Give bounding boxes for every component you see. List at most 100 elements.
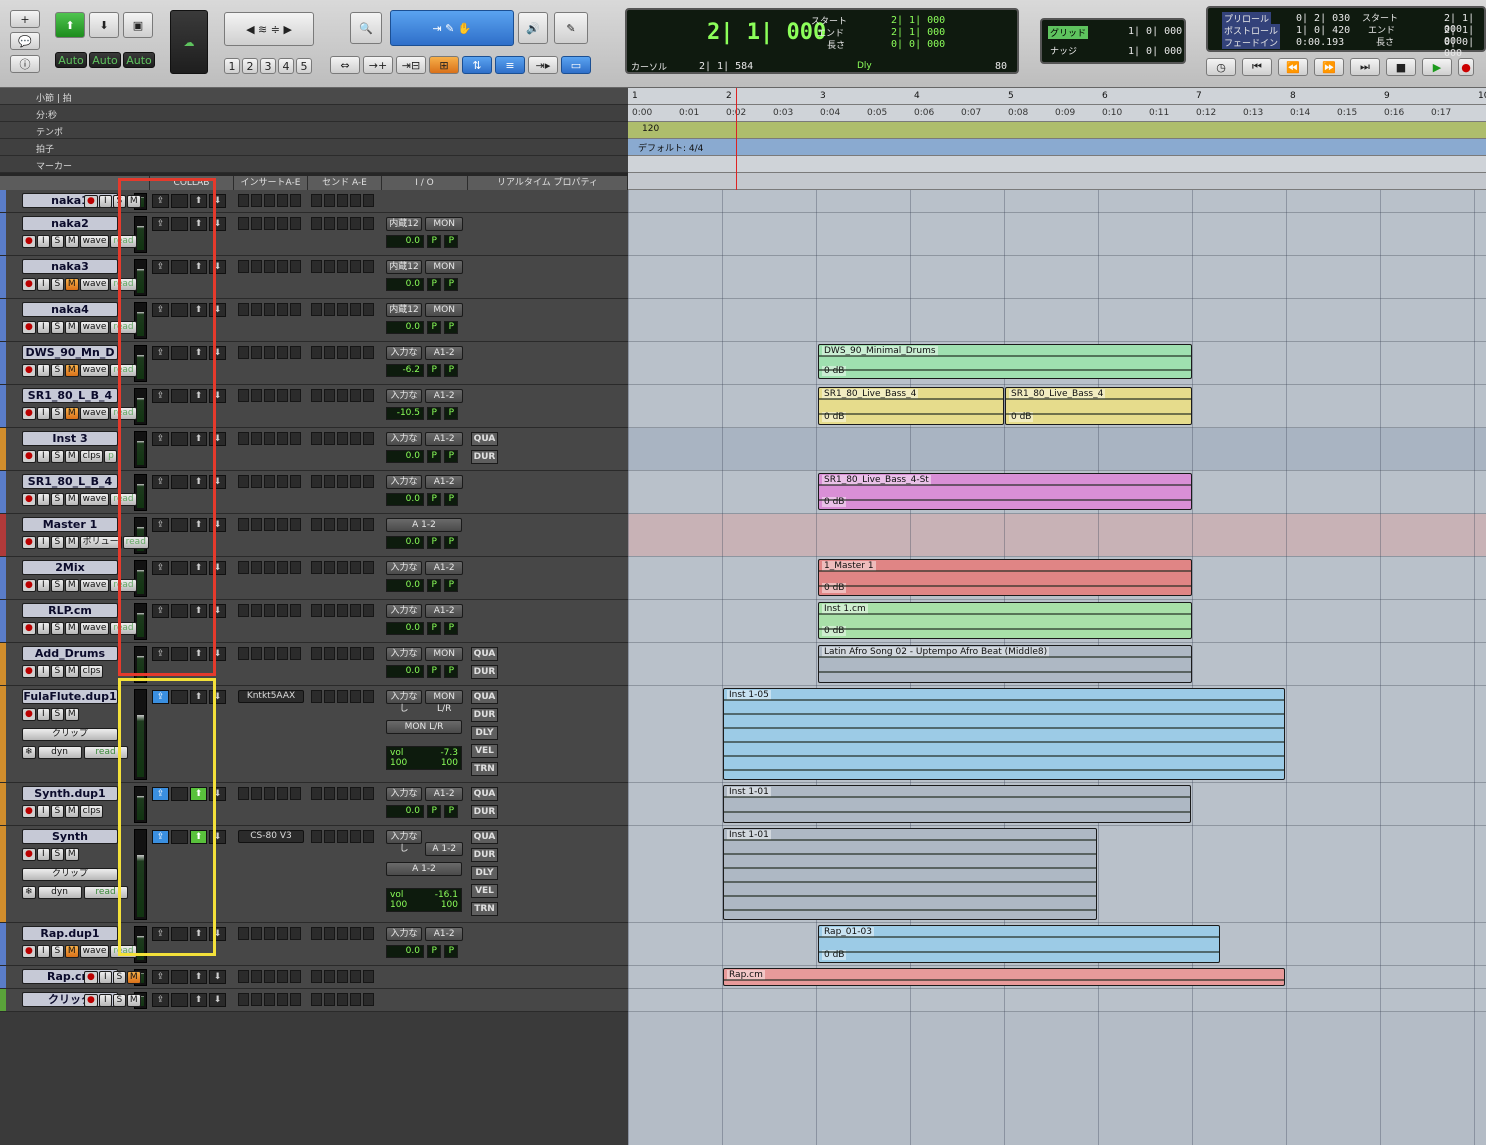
track-name[interactable]: 2Mix xyxy=(22,560,118,575)
insert-slot[interactable] xyxy=(277,970,288,983)
send-slot[interactable] xyxy=(324,194,335,207)
input-monitor-button[interactable]: I xyxy=(36,945,50,958)
slip-button[interactable]: →+ xyxy=(363,56,393,74)
insert-slot[interactable] xyxy=(290,194,301,207)
track-row[interactable]: naka2 ● I S Mwave read ⇪ ⬆ ⬇ 内蔵12 MON 0.0 P … xyxy=(0,213,628,256)
trim-tool-icon[interactable]: ⇥ ✎ ✋ xyxy=(390,10,514,46)
send-slot[interactable] xyxy=(363,561,374,574)
track-row[interactable]: クリック ● I S M ⇪ ⬆ ⬇ xyxy=(0,989,628,1012)
solo-button[interactable]: S xyxy=(50,708,64,721)
spot-button[interactable]: ⇥⊟ xyxy=(396,56,426,74)
insert-slot[interactable] xyxy=(277,787,288,800)
insert-plugin[interactable]: Kntkt5AAX xyxy=(238,690,304,703)
insert-slot[interactable] xyxy=(264,993,275,1006)
pan-button[interactable]: P xyxy=(427,945,442,958)
mute-button[interactable]: M xyxy=(64,665,79,678)
insert-slot[interactable] xyxy=(277,194,288,207)
send-slot[interactable] xyxy=(324,604,335,617)
record-enable-button[interactable]: ● xyxy=(22,321,36,334)
record-enable-button[interactable]: ● xyxy=(22,450,36,463)
insert-slot[interactable] xyxy=(290,432,301,445)
audio-clip[interactable]: Rap_01-03 0 dB xyxy=(818,925,1220,963)
mute-button[interactable]: M xyxy=(64,848,79,861)
track-row[interactable]: Rap.dup1 ● I S Mwave read ⇪ ⬆ ⬇ 入力な A1-2 0.0… xyxy=(0,923,628,966)
send-slot[interactable] xyxy=(363,647,374,660)
send-slot[interactable] xyxy=(337,303,348,316)
record-enable-button[interactable]: ● xyxy=(22,235,36,248)
send-slot[interactable] xyxy=(363,346,374,359)
insert-slot[interactable] xyxy=(251,647,262,660)
info-button[interactable]: ⓘ xyxy=(10,55,40,73)
audio-clip[interactable]: 1_Master 10 dB xyxy=(818,559,1192,596)
track-lane[interactable] xyxy=(628,428,1486,471)
play-button[interactable]: ▶ xyxy=(1422,58,1452,76)
send-slot[interactable] xyxy=(350,518,361,531)
send-slot[interactable] xyxy=(324,647,335,660)
input-monitor-button[interactable]: I xyxy=(98,195,112,208)
audio-clip[interactable]: SR1_80_Live_Bass_4 0 dB xyxy=(818,387,1004,425)
send-slot[interactable] xyxy=(337,993,348,1006)
track-name[interactable]: naka3 xyxy=(22,259,118,274)
solo-button[interactable]: S xyxy=(112,971,126,984)
output-selector[interactable]: A1-2 xyxy=(425,787,464,801)
track-lane[interactable] xyxy=(628,213,1486,256)
insert-slot[interactable] xyxy=(290,518,301,531)
pan-button[interactable]: P xyxy=(427,321,442,334)
send-slot[interactable] xyxy=(324,787,335,800)
send-slot[interactable] xyxy=(337,194,348,207)
go-to-end-button[interactable]: ⏭ xyxy=(1350,58,1380,76)
input-monitor-button[interactable]: I xyxy=(36,536,50,549)
send-slot[interactable] xyxy=(350,303,361,316)
record-enable-button[interactable]: ● xyxy=(22,805,36,818)
new-track-button[interactable]: + xyxy=(10,10,40,28)
ruler-bars-name[interactable]: 小節 | 拍 xyxy=(0,88,628,105)
input-selector[interactable]: 入力な xyxy=(386,389,422,403)
pan-button[interactable]: P xyxy=(427,364,442,377)
track-lane[interactable] xyxy=(628,989,1486,1012)
send-slot[interactable] xyxy=(311,389,322,402)
pan-button-2[interactable]: P xyxy=(444,278,459,291)
solo-button[interactable]: S xyxy=(50,805,64,818)
track-row[interactable]: Master 1 ● I S M ボリュー read ⇪ ⬆ ⬇ A 1-2 0.0 P… xyxy=(0,514,628,557)
input-selector[interactable]: 入力な xyxy=(386,346,422,360)
pan-button-2[interactable]: P xyxy=(444,945,459,958)
realtime-dur-button[interactable]: DUR xyxy=(471,848,498,862)
solo-button[interactable]: S xyxy=(50,665,64,678)
solo-button[interactable]: S xyxy=(50,579,64,592)
bars-ruler[interactable] xyxy=(628,88,1486,105)
send-slot[interactable] xyxy=(363,927,374,940)
pencil-tool-icon[interactable]: ✎ xyxy=(554,12,588,44)
output-selector[interactable]: A1-2 xyxy=(425,561,464,575)
volume-value[interactable]: 0.0 xyxy=(386,536,424,549)
automation-mode-selector[interactable]: p xyxy=(104,450,118,463)
insert-slot[interactable] xyxy=(238,993,249,1006)
solo-button[interactable]: S xyxy=(112,994,126,1007)
insert-slot[interactable] xyxy=(251,518,262,531)
input-selector[interactable]: 入力な xyxy=(386,561,422,575)
record-enable-button[interactable]: ● xyxy=(22,665,36,678)
insert-slot[interactable] xyxy=(264,927,275,940)
insert-slot[interactable] xyxy=(264,970,275,983)
record-enable-button[interactable]: ● xyxy=(84,994,98,1007)
input-selector[interactable]: 内蔵12 xyxy=(386,217,422,231)
pan-button[interactable]: P xyxy=(427,493,442,506)
share-track-icon[interactable]: ⇪ xyxy=(152,970,169,984)
track-name[interactable]: SR1_80_L_B_4 xyxy=(22,474,118,489)
input-selector[interactable]: 入力なし xyxy=(386,830,422,854)
input-selector[interactable]: 入力な xyxy=(386,604,422,618)
insert-slot[interactable] xyxy=(290,389,301,402)
send-slot[interactable] xyxy=(311,604,322,617)
output-selector[interactable]: A1-2 xyxy=(425,604,464,618)
zoomer-tool-icon[interactable]: 🔍 xyxy=(350,12,382,44)
input-selector[interactable]: 内蔵12 xyxy=(386,260,422,274)
send-slot[interactable] xyxy=(311,194,322,207)
send-slot[interactable] xyxy=(350,604,361,617)
auto-button-2[interactable]: Auto xyxy=(89,52,121,68)
insert-slot[interactable] xyxy=(264,303,275,316)
playhead-cursor[interactable] xyxy=(736,88,737,190)
record-enable-button[interactable]: ● xyxy=(22,536,36,549)
auto-button-1[interactable]: Auto xyxy=(55,52,87,68)
zoom-preset-1[interactable]: 1 xyxy=(224,58,240,74)
upload-icon[interactable]: ⬆ xyxy=(190,993,207,1007)
main-counter[interactable]: 2| 1| 000 スタート エンド 長さ 2| 1| 000 2| 1| 00… xyxy=(625,8,1019,74)
